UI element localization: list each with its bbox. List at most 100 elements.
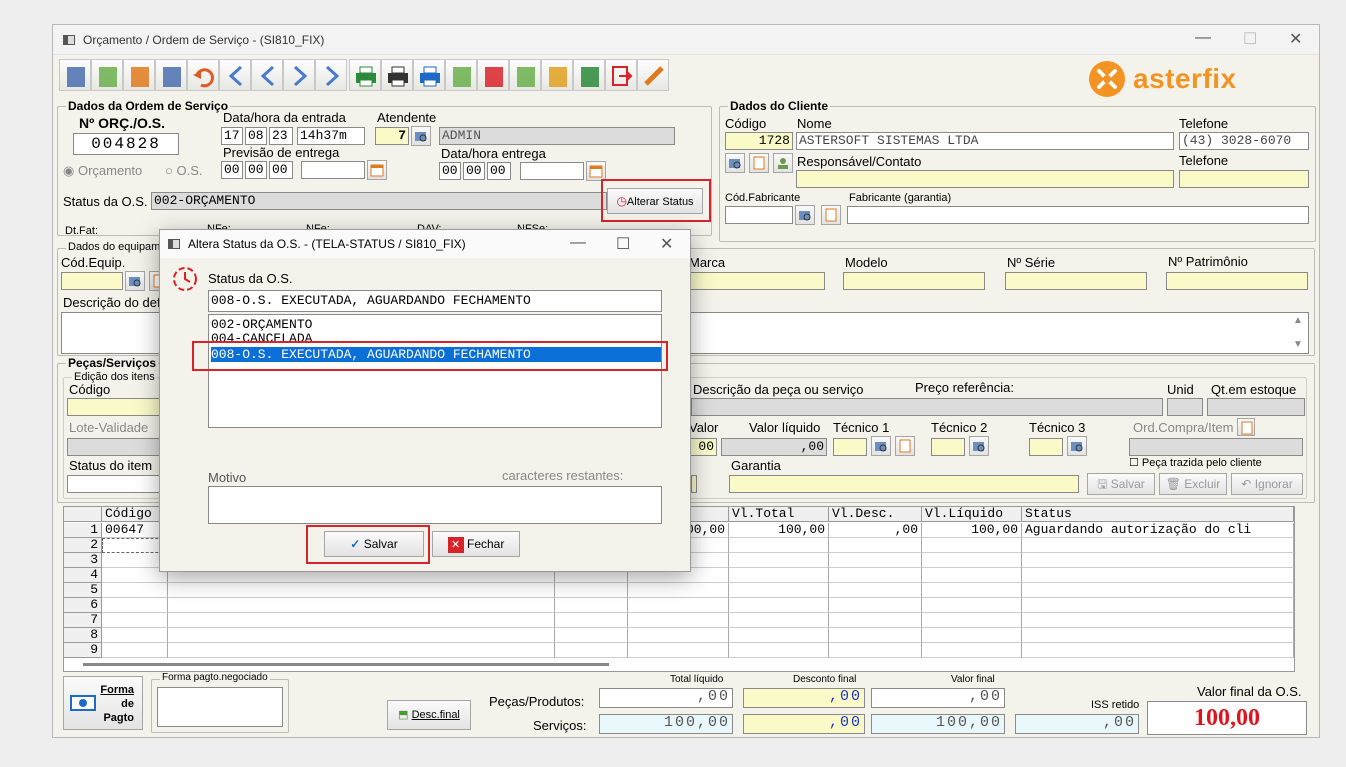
next-record-button[interactable] (283, 59, 315, 91)
delivery-year-field[interactable]: 00 (487, 162, 511, 180)
table-cell[interactable] (102, 613, 168, 628)
edit-save-button[interactable] (155, 59, 187, 91)
table-cell[interactable] (829, 568, 922, 583)
tech2-field[interactable] (931, 438, 965, 456)
scroll-up-icon[interactable]: ▲ (1293, 315, 1303, 326)
final-discount-button[interactable]: ⬒ Desc.final (387, 700, 471, 730)
table-cell[interactable] (168, 598, 555, 613)
table-cell[interactable] (829, 583, 922, 598)
equipment-search-button[interactable] (125, 271, 145, 291)
client-search-button[interactable] (725, 153, 745, 173)
dialog-close-button[interactable]: ✕ (660, 234, 673, 254)
table-cell[interactable] (922, 613, 1022, 628)
forecast-time-field[interactable] (301, 161, 365, 179)
manufacturer-search-button[interactable] (795, 205, 815, 225)
delivery-day-field[interactable]: 00 (439, 162, 461, 180)
manufacturer-field[interactable] (847, 206, 1309, 224)
stock-cancel-button[interactable] (541, 59, 573, 91)
delivery-time-field[interactable] (520, 162, 584, 180)
table-cell[interactable] (102, 628, 168, 643)
table-cell[interactable] (922, 553, 1022, 568)
table-cell[interactable] (628, 628, 729, 643)
last-record-button[interactable] (315, 59, 347, 91)
table-cell[interactable] (829, 598, 922, 613)
delivery-month-field[interactable]: 00 (463, 162, 485, 180)
os-number-field[interactable]: 004828 (73, 133, 179, 155)
close-button[interactable]: ✕ (1289, 29, 1302, 49)
edit-document-button[interactable] (123, 59, 155, 91)
table-cell[interactable] (555, 613, 628, 628)
table-cell[interactable] (1022, 628, 1294, 643)
print-black-button[interactable] (381, 59, 413, 91)
entry-time-field[interactable]: 14h37m (297, 127, 365, 145)
client-name-field[interactable]: ASTERSOFT SISTEMAS LTDA (796, 132, 1174, 150)
table-cell[interactable] (1022, 568, 1294, 583)
radio-orcamento[interactable]: ◉ Orçamento (63, 163, 142, 179)
table-cell[interactable] (922, 568, 1022, 583)
table-cell[interactable] (829, 613, 922, 628)
table-cell[interactable] (829, 628, 922, 643)
grid-header-6[interactable]: Vl.Líquido (922, 507, 1022, 522)
first-record-button[interactable] (219, 59, 251, 91)
grid-header-5[interactable]: Vl.Desc. (829, 507, 922, 522)
responsible-field[interactable] (796, 170, 1174, 188)
status-option-orcamento[interactable]: 002-ORÇAMENTO (211, 317, 659, 332)
forecast-calendar-button[interactable] (367, 160, 387, 180)
table-cell[interactable] (922, 583, 1022, 598)
forecast-month-field[interactable]: 00 (245, 161, 267, 179)
stock-add-button[interactable] (509, 59, 541, 91)
dialog-minimize-button[interactable]: — (570, 234, 586, 252)
table-cell[interactable] (729, 553, 829, 568)
search-folder-button[interactable] (59, 59, 91, 91)
table-cell[interactable] (102, 583, 168, 598)
entry-day-field[interactable]: 17 (221, 127, 243, 145)
client-edit-button[interactable] (749, 153, 769, 173)
table-cell[interactable] (628, 583, 729, 598)
reason-field[interactable] (208, 486, 662, 524)
equipment-code-field[interactable] (61, 272, 123, 290)
tech1-edit-button[interactable] (895, 436, 915, 456)
table-cell[interactable] (1022, 553, 1294, 568)
model-field[interactable] (843, 272, 985, 290)
table-cell[interactable]: Aguardando autorização do cli (1022, 523, 1294, 538)
manufacturer-edit-button[interactable] (821, 205, 841, 225)
tech3-field[interactable] (1029, 438, 1063, 456)
scroll-down-icon[interactable]: ▼ (1293, 339, 1303, 350)
print-green-button[interactable] (349, 59, 381, 91)
exit-button[interactable] (605, 59, 637, 91)
undo-button[interactable] (187, 59, 219, 91)
table-cell[interactable] (1022, 598, 1294, 613)
tech1-field[interactable] (833, 438, 867, 456)
client-add-button[interactable] (773, 153, 793, 173)
edit-pencil-button[interactable] (637, 59, 669, 91)
table-cell[interactable] (729, 643, 829, 658)
table-cell[interactable] (102, 643, 168, 658)
purchase-order-edit-button[interactable] (1237, 418, 1255, 436)
manufacturer-code-field[interactable] (725, 206, 793, 224)
previous-record-button[interactable] (251, 59, 283, 91)
table-cell[interactable] (555, 583, 628, 598)
table-cell[interactable] (922, 598, 1022, 613)
table-cell[interactable] (168, 583, 555, 598)
negotiated-payment-field[interactable] (157, 687, 283, 727)
table-cell[interactable] (922, 643, 1022, 658)
services-discount-field[interactable]: ,00 (743, 714, 865, 734)
table-cell[interactable] (729, 538, 829, 553)
table-cell[interactable] (922, 628, 1022, 643)
table-cell[interactable] (168, 628, 555, 643)
attendant-search-button[interactable] (411, 126, 431, 146)
search-folder-green-button[interactable] (573, 59, 605, 91)
payment-method-button[interactable]: Forma de Pagto (63, 676, 143, 730)
table-cell[interactable] (729, 598, 829, 613)
tech2-search-button[interactable] (969, 436, 989, 456)
grid-header-7[interactable]: Status (1022, 507, 1294, 522)
tech1-search-button[interactable] (871, 436, 891, 456)
item-delete-button[interactable]: 🗑 Excluir (1159, 473, 1227, 495)
brand-field[interactable] (683, 272, 825, 290)
table-cell[interactable] (729, 613, 829, 628)
table-cell[interactable] (555, 643, 628, 658)
table-cell[interactable] (628, 643, 729, 658)
table-cell[interactable] (729, 568, 829, 583)
grid-header-4[interactable]: Vl.Total (729, 507, 829, 522)
item-save-button[interactable]: 🖫 Salvar (1087, 473, 1155, 495)
